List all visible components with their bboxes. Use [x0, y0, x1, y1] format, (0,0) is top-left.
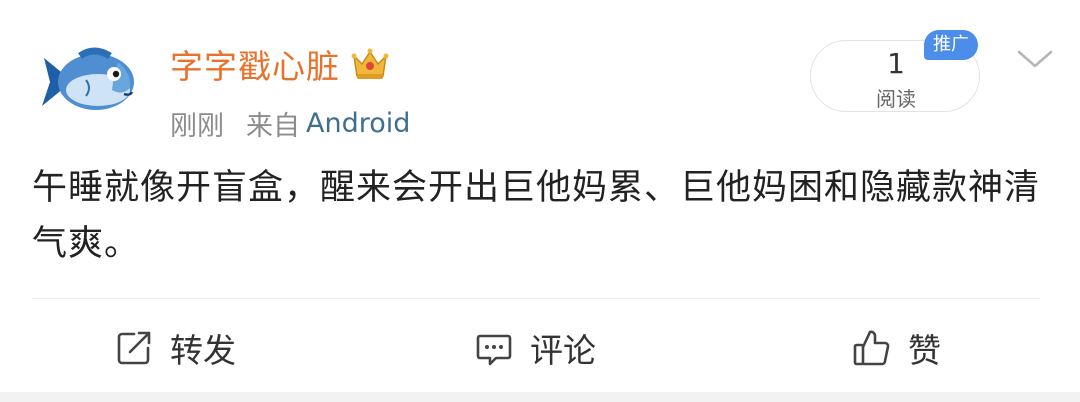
post-time: 刚刚: [170, 111, 224, 142]
weibo-post-card: 字字戳心脏 刚刚 来自 Android 1 阅读 推广 午睡就像开盲盒，醒来会开…: [0, 0, 1080, 402]
read-label: 阅读: [876, 87, 916, 111]
like-label: 赞: [908, 331, 941, 370]
repost-icon: [117, 331, 151, 365]
chevron-down-icon[interactable]: [1015, 46, 1055, 72]
repost-button[interactable]: 转发: [114, 318, 236, 378]
post-content: 午睡就像开盲盒，醒来会开出巨他妈累、巨他妈困和隐藏款神清气爽。: [32, 168, 1041, 264]
comment-label: 评论: [530, 331, 596, 370]
username-link[interactable]: 字字戳心脏: [170, 40, 340, 88]
username-row: 字字戳心脏: [170, 40, 390, 88]
like-button[interactable]: 赞: [852, 318, 941, 378]
bottom-separator: [0, 392, 1080, 402]
thumbs-up-icon: [853, 330, 890, 366]
post-meta: 刚刚 来自 Android: [170, 104, 410, 143]
action-bar: 转发 评论 赞: [0, 318, 1080, 378]
comment-icon: [476, 334, 512, 366]
source-prefix: 来自: [246, 111, 300, 142]
comment-button[interactable]: 评论: [474, 318, 596, 378]
crown-icon[interactable]: [350, 46, 390, 82]
fish-avatar-icon: [42, 47, 134, 110]
promo-badge: 推广: [924, 30, 978, 60]
source-name: Android: [306, 108, 411, 139]
avatar[interactable]: [36, 44, 140, 120]
divider: [32, 298, 1040, 299]
repost-label: 转发: [170, 331, 236, 370]
